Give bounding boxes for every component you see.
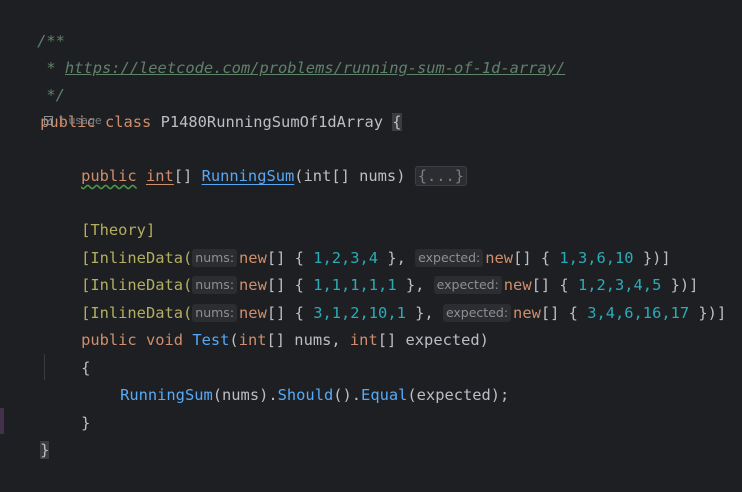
call-equal[interactable]: Equal xyxy=(361,386,407,404)
code-line-2[interactable]: * https://leetcode.com/problems/running-… xyxy=(0,26,565,77)
expected-values: 3,4,6,16,17 xyxy=(587,304,690,322)
external-link-icon xyxy=(44,116,53,125)
attribute-close: })] xyxy=(689,304,727,322)
usage-hint[interactable]: 1 usage xyxy=(44,113,102,129)
call-args: (nums). xyxy=(212,386,278,404)
bracket-match-marker xyxy=(0,408,4,434)
folded-body-button[interactable]: {...} xyxy=(414,166,468,186)
code-editor[interactable]: /** * https://leetcode.com/problems/runn… xyxy=(0,0,742,459)
param-nums: [] nums, xyxy=(266,331,350,349)
type-int: int xyxy=(238,331,267,349)
type-int: int xyxy=(145,167,174,185)
keyword-class: class xyxy=(104,113,152,131)
array-brackets: [] xyxy=(173,167,202,185)
code-line-class-close[interactable]: } xyxy=(3,408,50,459)
code-line-theory-attribute[interactable]: [Theory] xyxy=(44,188,155,239)
method-params: (int[] nums) xyxy=(294,167,415,185)
code-line-1[interactable]: /** xyxy=(0,0,65,50)
code-line-method-runningsum[interactable]: public int[] RunningSum(int[] nums) {...… xyxy=(44,134,468,186)
code-line-inlinedata-1[interactable]: [InlineData(nums: new[] { 1,2,3,4 }, expe… xyxy=(44,216,671,267)
doc-comment-link[interactable]: https://leetcode.com/problems/running-su… xyxy=(65,59,565,77)
method-name-test[interactable]: Test xyxy=(192,331,229,349)
call-end: (expected); xyxy=(407,386,510,404)
code-line-close-brace[interactable]: } xyxy=(44,381,90,432)
code-line-open-brace[interactable]: { xyxy=(44,326,90,377)
code-line-test-method[interactable]: public void Test(int[] nums, int[] expec… xyxy=(44,298,489,349)
call-chain: (). xyxy=(333,386,362,404)
keyword-void: void xyxy=(145,331,184,349)
method-close-brace: } xyxy=(81,414,91,432)
code-line-inlinedata-2[interactable]: [InlineData(nums: new[] { 1,1,1,1,1 }, ex… xyxy=(44,243,698,294)
code-line-inlinedata-3[interactable]: [InlineData(nums: new[] { 3,1,2,10,1 }, e… xyxy=(44,271,726,322)
class-name[interactable]: P1480RunningSumOf1dArray xyxy=(161,113,383,131)
code-line-method-body[interactable]: RunningSum(nums).Should().Equal(expected… xyxy=(83,353,509,404)
paren-open: ( xyxy=(229,331,239,349)
keyword-new: new xyxy=(513,304,541,322)
type-int: int xyxy=(349,331,378,349)
class-open-brace: { xyxy=(392,113,402,131)
indent-guide xyxy=(44,354,45,380)
call-should[interactable]: Should xyxy=(278,386,334,404)
keyword-public: public xyxy=(81,167,137,185)
code-line-class-declaration[interactable]: public class P1480RunningSumOf1dArray { xyxy=(3,80,402,131)
method-name-runningsum[interactable]: RunningSum xyxy=(202,167,295,185)
array-open: [] { xyxy=(540,304,588,322)
call-runningsum[interactable]: RunningSum xyxy=(120,386,213,404)
usage-count: 1 usage xyxy=(58,114,102,127)
code-line-3[interactable]: */ xyxy=(0,53,65,104)
class-close-brace: } xyxy=(40,441,50,459)
param-expected: [] expected) xyxy=(377,331,489,349)
